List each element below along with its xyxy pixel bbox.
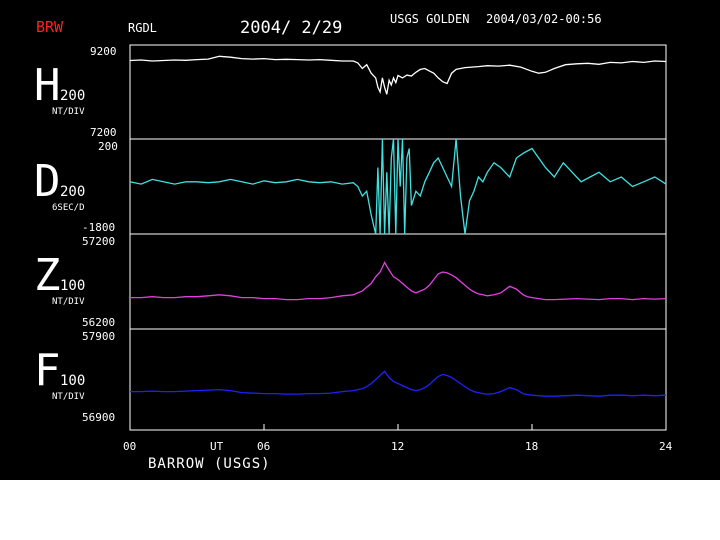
- panel-z-unit: NT/DIV: [52, 297, 85, 307]
- panel-f: 57900 56900 F 100 NT/DIV: [34, 330, 667, 424]
- panel-d-bottom-label: -1800: [82, 221, 115, 234]
- panel-h-unit: NT/DIV: [52, 107, 85, 117]
- panel-f-unit: NT/DIV: [52, 392, 85, 402]
- station-code: RGDL: [128, 21, 157, 35]
- panel-f-top-label: 57900: [82, 330, 115, 343]
- observatory-code: BRW: [36, 18, 64, 36]
- panel-f-trace: [130, 370, 667, 397]
- panel-d-scale: 200: [60, 184, 85, 200]
- data-source: USGS GOLDEN: [390, 12, 469, 26]
- x-tick-label: 24: [659, 440, 673, 453]
- x-tick-label: 00: [123, 440, 136, 453]
- panel-f-scale: 100: [60, 373, 85, 389]
- panel-z-trace: [130, 261, 667, 301]
- panel-d-unit: 6SEC/D: [52, 203, 85, 213]
- magnetogram-chart: BRW RGDL 2004/ 2/29 USGS GOLDEN 2004/03/…: [0, 0, 720, 480]
- plot-frame: [129, 44, 667, 431]
- panel-h-top-label: 9200: [90, 45, 117, 58]
- panel-d-component: D: [34, 156, 61, 207]
- plot-date: 2004/ 2/29: [240, 18, 342, 38]
- x-axis: 00 06 12 18 24: [123, 424, 673, 453]
- panel-h-scale: 200: [60, 88, 85, 104]
- panel-z-top-label: 57200: [82, 235, 115, 248]
- panel-d: 200 -1800 D 200 6SEC/D: [34, 138, 667, 235]
- panel-f-bottom-label: 56900: [82, 411, 115, 424]
- x-tick-label: 06: [257, 440, 270, 453]
- panel-h-bottom-label: 7200: [90, 126, 117, 139]
- x-tick-label: 12: [391, 440, 404, 453]
- generation-timestamp: 2004/03/02-00:56: [486, 12, 602, 26]
- panel-z-component: Z: [34, 250, 61, 301]
- panel-h-component: H: [34, 60, 61, 111]
- panel-f-component: F: [34, 345, 61, 396]
- x-tick-label: 18: [525, 440, 538, 453]
- panel-h: 9200 7200 H 200 NT/DIV: [34, 45, 667, 139]
- panel-z: 57200 56200 Z 100 NT/DIV: [34, 235, 667, 329]
- panel-d-trace: [129, 138, 667, 235]
- panel-d-top-label: 200: [98, 140, 118, 153]
- panel-z-bottom-label: 56200: [82, 316, 115, 329]
- panel-z-scale: 100: [60, 278, 85, 294]
- panel-h-trace: [129, 55, 667, 95]
- x-axis-unit-label: UT: [210, 440, 224, 453]
- site-label: BARROW (USGS): [148, 456, 271, 472]
